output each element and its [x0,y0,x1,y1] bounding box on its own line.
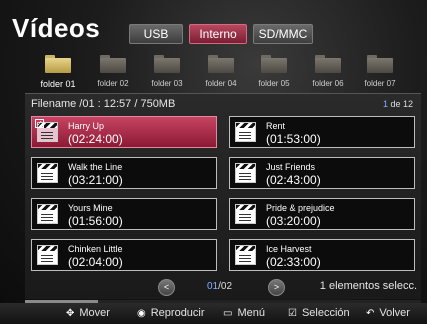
item-duration: (03:21:00) [68,173,123,187]
page-number-current: 01 [207,281,219,292]
folder-label: folder 01 [40,79,76,89]
play-icon: ◉ [137,308,146,319]
item-title: Harry Up [68,121,105,131]
folder-item[interactable]: folder 07 [352,55,408,88]
item-duration: (02:24:00) [68,132,123,146]
folder-label: folder 06 [312,79,344,88]
item-duration: (02:33:00) [266,255,321,269]
list-item[interactable]: Just Friends (02:43:00) [229,157,415,189]
folder-item[interactable]: folder 02 [85,55,141,88]
list-item[interactable]: Pride & prejudice (03:20:00) [229,198,415,230]
folder-label: folder 04 [205,79,237,88]
file-info: Filename /01 : 12:57 / 750MB [31,98,176,110]
back-icon: ↶ [366,308,375,319]
pagination: < 01/02 > 1 elementos selecc. [25,277,421,297]
folder-icon [45,55,71,73]
folder-label: folder 02 [97,79,129,88]
folder-icon [154,55,180,73]
media-browser-screen: Vídeos USB Interno SD/MMC folder 01 fold… [0,0,427,324]
hint-play-label: Reproducir [150,307,205,319]
item-title: Walk the Line [68,162,123,172]
item-title: Rent [266,121,286,131]
page-indicator-total: de 12 [387,99,413,109]
clapperboard-icon [235,245,256,265]
list-item[interactable]: Rent (01:53:00) [229,116,415,148]
item-title: Pride & prejudice [266,203,335,213]
clapperboard-icon [37,245,58,265]
selection-count: 1 elementos selecc. [319,280,417,292]
list-item[interactable]: Ice Harvest (02:33:00) [229,239,415,271]
tab-usb[interactable]: USB [129,24,183,44]
folder-item[interactable]: folder 01 [30,55,86,89]
folder-item[interactable]: folder 05 [246,55,302,88]
folder-item[interactable]: folder 03 [139,55,195,88]
hint-menu-label: Menú [237,307,265,319]
folder-label: folder 03 [151,79,183,88]
source-tabs: USB Interno SD/MMC [129,24,313,44]
folder-strip: folder 01 folder 02 folder 03 folder 04 … [30,55,420,91]
folder-icon [315,55,341,73]
folder-item[interactable]: folder 04 [193,55,249,88]
folder-icon [261,55,287,73]
hint-move-label: Mover [79,307,110,319]
page-number: 01/02 [207,281,232,292]
folder-label: folder 07 [364,79,396,88]
hint-play: ◉ Reproducir [137,307,205,319]
move-icon: ✥ [66,308,75,319]
page-number-total: /02 [218,281,233,292]
clapperboard-icon [235,122,256,142]
hint-menu: ▭ Menú [223,307,265,319]
clapperboard-icon [235,163,256,183]
checkbox-icon[interactable]: ✓ [35,119,44,128]
page-title: Vídeos [12,13,101,43]
hint-select-label: Selección [301,307,350,319]
item-title: Just Friends [266,162,316,172]
menu-icon: ▭ [223,308,233,319]
footer-hints: ✥ Mover ◉ Reproducir ▭ Menú ☑ Selección ↶ Vol… [0,303,427,324]
item-title: Yours Mine [68,203,113,213]
hint-move: ✥ Mover [66,307,110,319]
tab-sd-mmc[interactable]: SD/MMC [253,24,313,44]
clapperboard-icon [235,204,256,224]
next-page-button[interactable]: > [268,279,285,296]
list-item[interactable]: Walk the Line (03:21:00) [31,157,217,189]
item-duration: (02:43:00) [266,173,321,187]
folder-icon [367,55,393,73]
item-duration: (02:04:00) [68,255,123,269]
clapperboard-icon [37,163,58,183]
folder-item[interactable]: folder 06 [300,55,356,88]
prev-page-button[interactable]: < [158,279,175,296]
hint-back: ↶ Volver [366,307,410,319]
clapperboard-icon [37,204,58,224]
item-title: Ice Harvest [266,244,312,254]
item-duration: (01:53:00) [266,132,321,146]
list-item[interactable]: ✓ Harry Up (02:24:00) [31,116,217,148]
folder-label: folder 05 [258,79,290,88]
hint-select: ☑ Selección [288,307,350,319]
item-title: Chinken Little [68,244,123,254]
list-item[interactable]: Yours Mine (01:56:00) [31,198,217,230]
list-item[interactable]: Chinken Little (02:04:00) [31,239,217,271]
tab-internal[interactable]: Interno [189,24,247,44]
file-list-panel: Filename /01 : 12:57 / 750MB 1 de 12 ✓ H… [25,93,421,299]
folder-icon [208,55,234,73]
page-indicator: 1 de 12 [383,99,413,109]
hint-back-label: Volver [379,307,410,319]
item-duration: (03:20:00) [266,214,321,228]
folder-icon [100,55,126,73]
select-icon: ☑ [288,308,297,319]
item-duration: (01:56:00) [68,214,123,228]
